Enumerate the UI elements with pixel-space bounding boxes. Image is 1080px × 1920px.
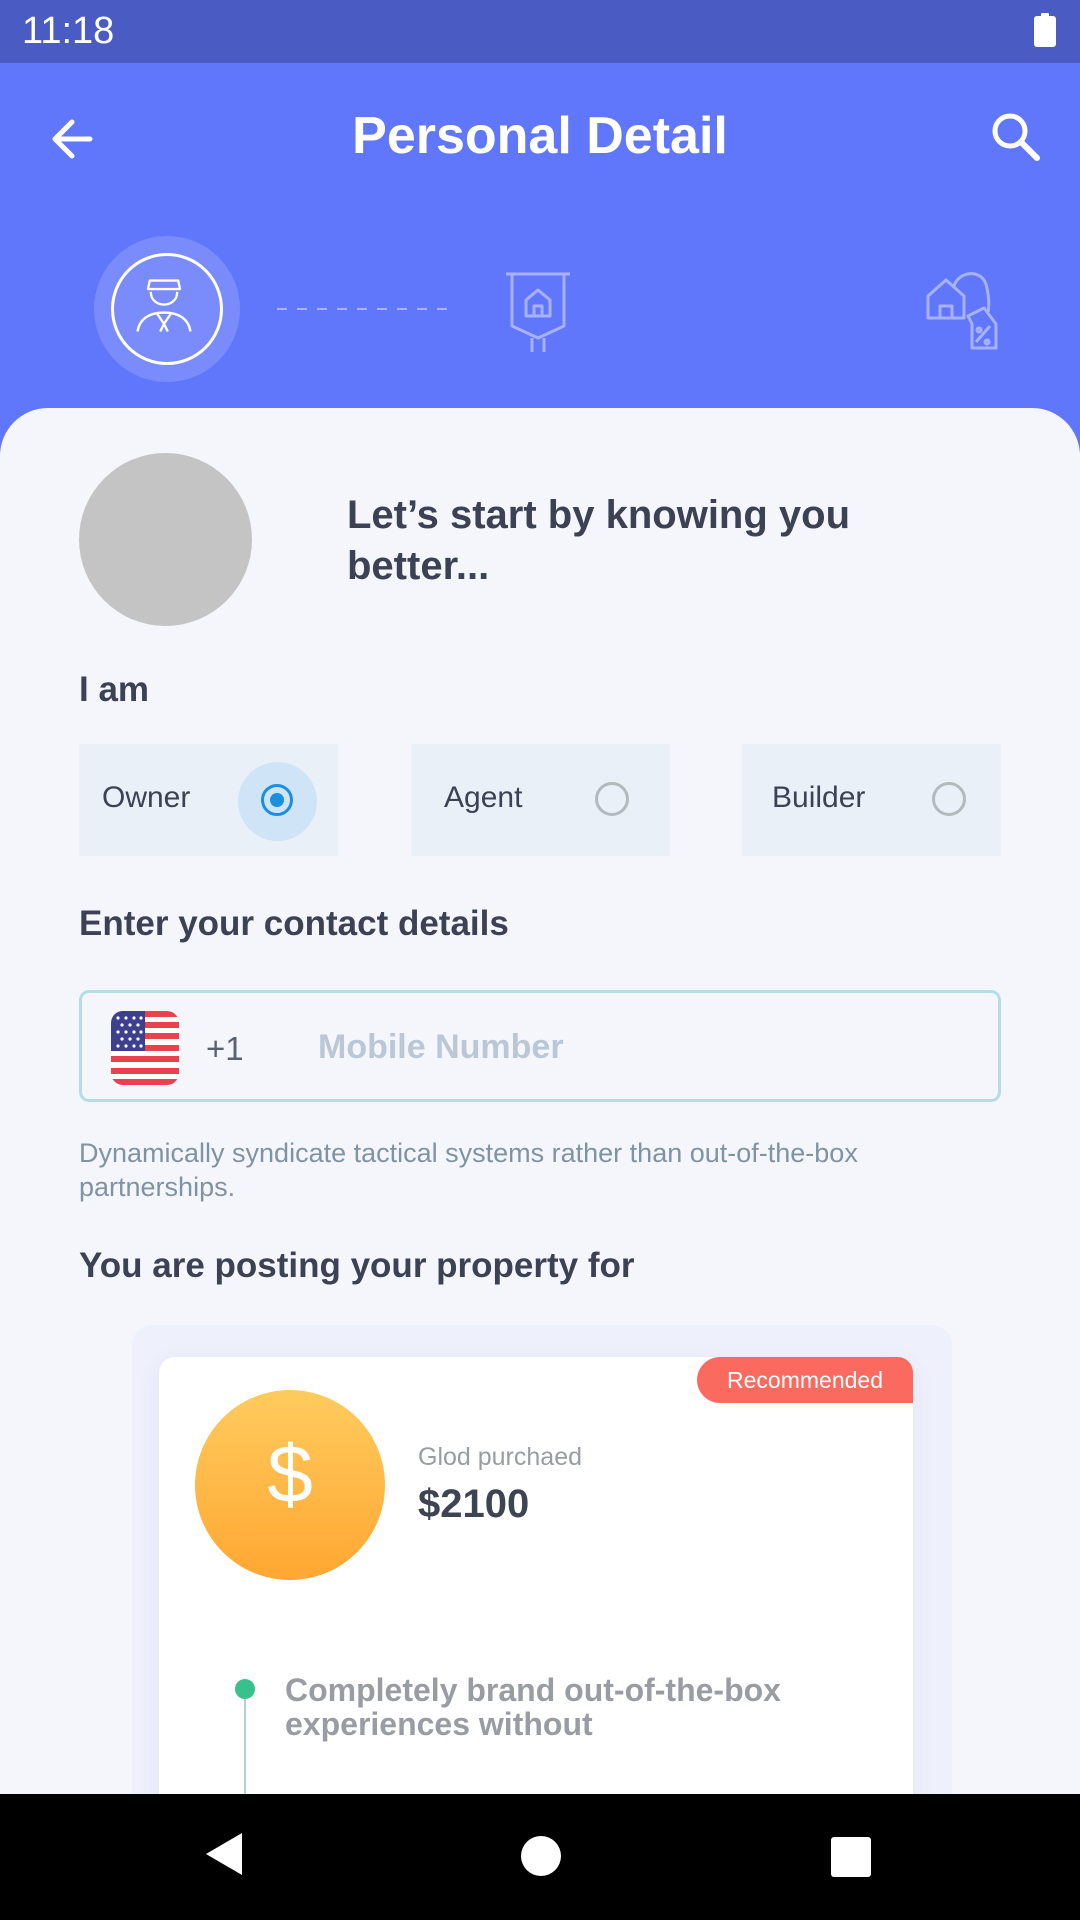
step-1-ring — [111, 253, 223, 365]
page-title: Personal Detail — [352, 107, 728, 165]
timeline-dot — [235, 1679, 255, 1699]
role-label: I am — [79, 670, 150, 709]
house-sign-icon — [506, 272, 570, 352]
person-icon — [136, 279, 192, 332]
status-bar: 11:18 — [0, 0, 1080, 63]
plan-card[interactable]: Recommended $ Glod purchaed $2100 Comple… — [159, 1357, 913, 1794]
house-price-tag-icon — [926, 272, 998, 350]
radio-unselected-icon[interactable] — [595, 782, 629, 816]
nav-back-icon[interactable] — [204, 1831, 244, 1877]
role-option-agent[interactable]: Agent — [411, 744, 670, 856]
plan-feature: Completely brand out-of-the-box experien… — [285, 1672, 781, 1742]
header: Personal Detail — [0, 63, 1080, 453]
system-navigation-bar — [0, 1794, 1080, 1920]
dollar-symbol: $ — [267, 1429, 313, 1520]
phone-field[interactable]: +1 — [79, 990, 1001, 1102]
dollar-coin-icon: $ — [195, 1390, 385, 1580]
role-option-owner[interactable]: Owner — [79, 744, 338, 856]
search-icon[interactable] — [988, 109, 1044, 165]
avatar[interactable] — [79, 453, 252, 626]
status-time: 11:18 — [22, 10, 115, 52]
form-container: Let’s start by knowing you better... I a… — [0, 408, 1080, 1794]
radio-unselected-icon[interactable] — [932, 782, 966, 816]
battery-full-icon — [1034, 13, 1056, 47]
nav-recents-icon[interactable] — [831, 1837, 871, 1877]
step-connector — [277, 308, 455, 310]
role-option-label: Builder — [772, 781, 866, 814]
role-option-builder[interactable]: Builder — [742, 744, 1001, 856]
contact-helper-text: Dynamically syndicate tactical systems r… — [79, 1138, 858, 1202]
recommended-badge: Recommended — [697, 1357, 913, 1403]
role-option-label: Agent — [444, 781, 523, 814]
us-flag-icon[interactable] — [111, 1011, 179, 1085]
mobile-number-input[interactable] — [316, 1013, 970, 1081]
step-1-indicator — [94, 236, 240, 382]
radio-selected-icon[interactable] — [261, 784, 293, 816]
plan-subtitle: Glod purchaed — [418, 1443, 583, 1471]
plan-price: $2100 — [418, 1482, 530, 1526]
contact-label: Enter your contact details — [79, 904, 509, 943]
timeline-line — [244, 1699, 246, 1794]
nav-home-icon[interactable] — [521, 1836, 561, 1876]
country-code[interactable]: +1 — [206, 1030, 244, 1068]
role-option-label: Owner — [102, 781, 191, 814]
intro-heading: Let’s start by knowing you better... — [347, 493, 851, 588]
posting-label: You are posting your property for — [79, 1246, 635, 1285]
